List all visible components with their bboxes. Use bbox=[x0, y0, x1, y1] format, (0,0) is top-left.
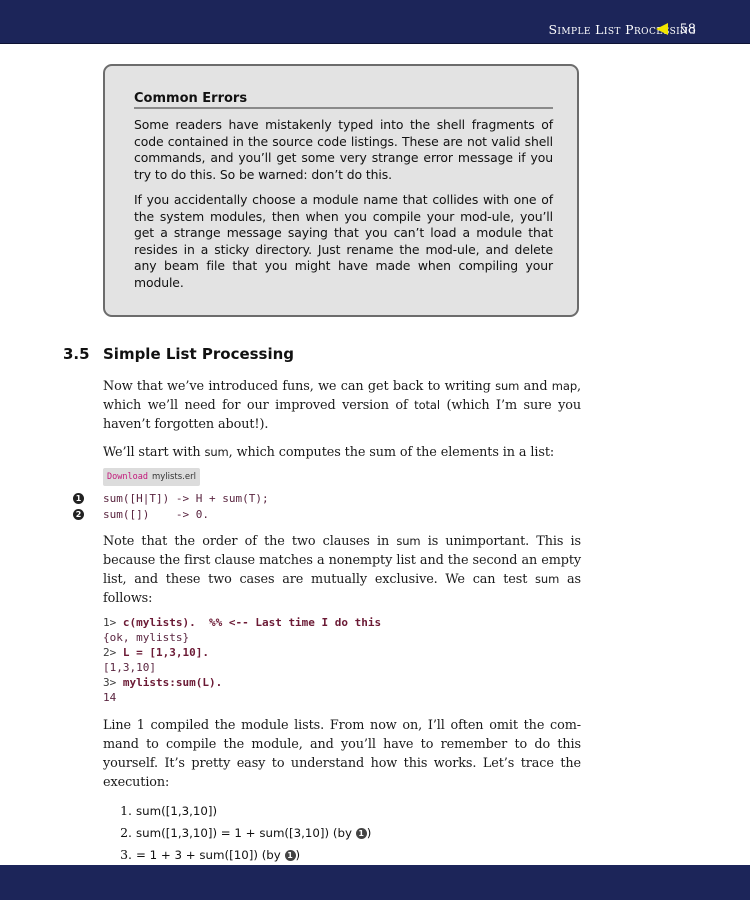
shell-line: {ok, mylists} bbox=[103, 631, 190, 644]
code-term: sum bbox=[535, 572, 560, 586]
list-item: 1. sum([1,3,10]) bbox=[120, 803, 218, 818]
list-item: 3. = 1 + 3 + sum([10]) (by 1) bbox=[120, 847, 301, 862]
code-term: sum bbox=[204, 445, 229, 459]
code-term: total bbox=[414, 398, 440, 412]
shell-line: 14 bbox=[103, 691, 117, 704]
section-number: 3.5 bbox=[63, 345, 90, 363]
callout-marker-icon: 1 bbox=[73, 493, 84, 504]
download-link[interactable]: Download mylists.erl bbox=[103, 468, 200, 486]
body-paragraph: Line 1 compiled the module lists. From n… bbox=[103, 718, 581, 790]
shell-line: [1,3,10] bbox=[103, 661, 156, 674]
code-line: sum([]) -> 0. bbox=[103, 508, 209, 521]
body-paragraph: We’ll start with sum, which computes the… bbox=[103, 445, 555, 460]
shell-line: 3> mylists:sum(L). bbox=[103, 676, 223, 689]
sidebar-paragraph: Some readers have mistakenly typed into … bbox=[134, 117, 553, 182]
execution-trace-list: 1. sum([1,3,10]) 2. sum([1,3,10]) = 1 + su… bbox=[103, 800, 371, 866]
body-paragraph: Note that the order of the two clauses i… bbox=[103, 534, 582, 606]
code-line: sum([H|T]) -> H + sum(T); bbox=[103, 492, 269, 505]
download-filename: mylists.erl bbox=[151, 472, 196, 482]
running-head-title: Simple List Processing bbox=[548, 22, 696, 37]
footer-bar bbox=[0, 865, 750, 900]
shell-line: 2> L = [1,3,10]. bbox=[103, 646, 209, 659]
download-label[interactable]: Download bbox=[107, 472, 148, 482]
common-errors-sidebar: Common Errors Some readers have mistaken… bbox=[103, 64, 579, 317]
shell-line: 1> c(mylists). %% <-- Last time I do thi… bbox=[103, 616, 382, 629]
section-heading: 3.5 Simple List Processing bbox=[63, 345, 294, 363]
callout-marker-icon: 2 bbox=[73, 509, 84, 520]
sidebar-title: Common Errors bbox=[134, 92, 553, 109]
code-term: sum bbox=[396, 534, 421, 548]
code-term: map bbox=[551, 379, 578, 393]
callout-marker-icon: 1 bbox=[284, 850, 296, 861]
callout-marker-icon: 1 bbox=[355, 828, 367, 839]
left-triangle-icon bbox=[656, 23, 668, 35]
page-number: 58 bbox=[679, 22, 696, 37]
code-term: sum bbox=[495, 379, 520, 393]
sidebar-paragraph: If you accidentally choose a module name… bbox=[134, 192, 553, 290]
running-header-bar: Simple List Processing 58 bbox=[0, 0, 750, 44]
body-paragraph: Now that we’ve introduced funs, we can g… bbox=[103, 379, 582, 432]
list-item: 2. sum([1,3,10]) = 1 + sum([3,10]) (by 1) bbox=[120, 825, 372, 840]
section-title: Simple List Processing bbox=[103, 345, 295, 363]
